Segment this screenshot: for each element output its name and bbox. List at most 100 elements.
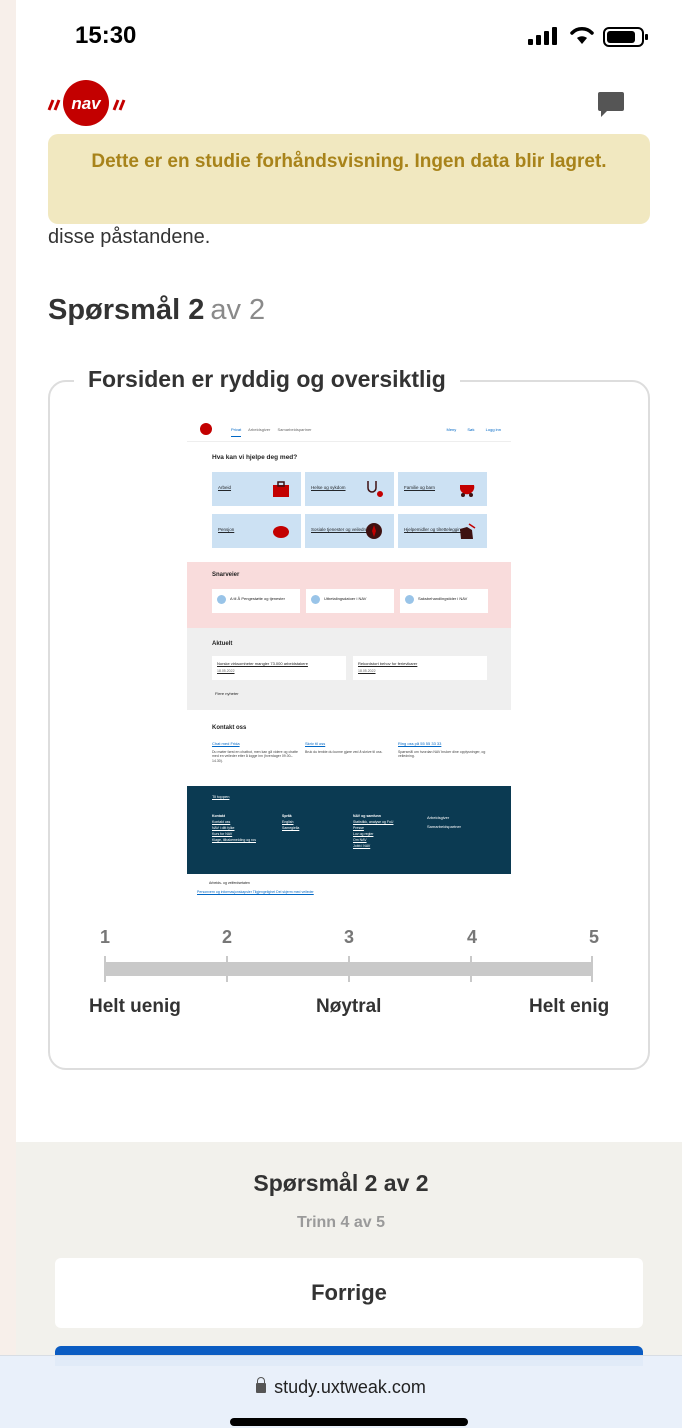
shot-news-item: Norske virksomheter mangler 73.000 arbei… bbox=[212, 656, 346, 680]
progress-question: Spørsmål 2 av 2 bbox=[253, 1170, 429, 1196]
shot-tile-label: Helse og sykdom bbox=[311, 485, 346, 490]
shot-kontakt: Kontakt oss Chat med Frida Du møter først… bbox=[187, 710, 511, 786]
shot-news-title: Norske virksomheter mangler 73.000 arbei… bbox=[217, 661, 308, 666]
shot-nav: Privat Arbeidsgiver Samarbeidspartner Me… bbox=[187, 416, 511, 442]
nav-logo: nav bbox=[47, 80, 126, 126]
shot-tab: Privat bbox=[231, 427, 242, 437]
question-of: av 2 bbox=[210, 294, 266, 326]
stroller-icon bbox=[460, 485, 475, 497]
shot-tile: Helse og sykdom bbox=[305, 472, 394, 506]
home-indicator[interactable] bbox=[230, 1418, 468, 1426]
wifi-icon bbox=[570, 27, 594, 44]
shot-contact-text: Spørsmål om hvordan NAV bruker dine oppl… bbox=[398, 749, 486, 759]
shot-link: Meny bbox=[446, 427, 457, 432]
shot-contact: Ring oss på 55 55 33 33 Spørsmål om hvord… bbox=[398, 741, 488, 759]
scale-number-5[interactable]: 5 bbox=[584, 927, 604, 948]
shot-tile-label: Arbeid bbox=[218, 485, 232, 490]
url-bar[interactable]: study.uxtweak.com bbox=[0, 1377, 682, 1398]
shot-tile-label: Sosiale tjenester og veiledning bbox=[311, 527, 373, 532]
shot-contact: Skriv til oss Bruk du tenkte du kunne gjø… bbox=[305, 741, 395, 754]
shot-tile: Hjelpemidler og tilrettelegging bbox=[398, 514, 487, 548]
shot-tile: Sosiale tjenester og veiledning bbox=[305, 514, 394, 548]
scale-tick[interactable] bbox=[591, 956, 593, 982]
shot-aktuelt: Aktuelt Norske virksomheter mangler 73.0… bbox=[187, 628, 511, 710]
shot-to-top: Til toppen bbox=[212, 794, 230, 799]
shot-tile-label: Hjelpemidler og tilrettelegging bbox=[404, 527, 464, 532]
shot-footer-col: Språk English Samegiella bbox=[282, 813, 299, 831]
scale-label-mid: Nøytral bbox=[316, 996, 382, 1017]
shot-logo bbox=[200, 423, 212, 435]
shot-contact-title: Skriv til oss bbox=[305, 741, 326, 746]
shot-bottom: Arbeids- og velferdsetaten Personvern og… bbox=[187, 874, 511, 902]
question-title: Spørsmål 2 av 2 bbox=[48, 294, 265, 327]
guide-dog-icon bbox=[460, 523, 476, 539]
battery-icon bbox=[603, 27, 648, 47]
shot-kontakt-title: Kontakt oss bbox=[212, 725, 247, 731]
nav-screenshot: Privat Arbeidsgiver Samarbeidspartner Me… bbox=[187, 416, 511, 902]
shot-bottom-links: Personvern og informasjonskapsler Tilgje… bbox=[197, 890, 314, 894]
preview-banner: Dette er en studie forhåndsvisning. Inge… bbox=[48, 134, 650, 224]
shot-news-title: Rekordstort behov for ferievikarer bbox=[358, 661, 418, 666]
scale-number-2[interactable]: 2 bbox=[217, 927, 237, 948]
scale-tick[interactable] bbox=[226, 956, 228, 982]
shot-news-item: Rekordstort behov for ferievikarer 18.05.… bbox=[353, 656, 487, 680]
shot-link: Logg inn bbox=[485, 427, 501, 432]
shot-snarveier: Snarveier A til Å Pengestøtte og tjenest… bbox=[187, 562, 511, 628]
shot-contact-title: Chat med Frida bbox=[212, 741, 240, 746]
shot-tile-label: Pensjon bbox=[218, 527, 235, 532]
scale-label-left: Helt uenig bbox=[89, 996, 181, 1017]
scale-tick[interactable] bbox=[348, 956, 350, 982]
shot-shortcut: Utbetalingsdatoer i NAV bbox=[306, 589, 394, 613]
intro-text: disse påstandene. bbox=[48, 226, 211, 248]
shot-snarveier-title: Snarveier bbox=[212, 572, 240, 578]
status-bar: 15:30 bbox=[0, 0, 682, 72]
shot-tile: Pensjon bbox=[212, 514, 301, 548]
question-label: Spørsmål 2 bbox=[48, 294, 205, 326]
shot-shortcut: Saksbehandlingstider i NAV bbox=[400, 589, 488, 613]
shot-footer-link: Jobb i NAV bbox=[353, 844, 371, 848]
scale-tick[interactable] bbox=[104, 956, 106, 982]
shot-contact-title: Ring oss på 55 55 33 33 bbox=[398, 741, 442, 746]
shot-tile: Familie og barn bbox=[398, 472, 487, 506]
shot-more-news: Flere nyheter bbox=[215, 691, 239, 696]
shot-contact: Chat med Frida Du møter først en chatbot,… bbox=[212, 741, 302, 763]
shot-tab: Samarbeidspartner bbox=[277, 427, 312, 432]
shot-news-date: 18.05.2022 bbox=[217, 669, 235, 673]
shot-footer-col: Kontakt Kontakt oss NAV i ditt fylke Kur… bbox=[212, 813, 256, 843]
briefcase-icon bbox=[273, 481, 289, 497]
shot-footer-link: Klage, tilbakemelding og ros bbox=[212, 838, 256, 842]
shot-contact-text: Bruk du tenkte du kunne gjøre ved å skri… bbox=[305, 749, 383, 754]
shot-link: Søk bbox=[467, 427, 475, 432]
shot-org: Arbeids- og velferdsetaten bbox=[209, 881, 250, 885]
stethoscope-icon bbox=[367, 481, 383, 497]
shot-footer-link: Samegiella bbox=[282, 826, 300, 830]
shot-tile-label: Familie og barn bbox=[404, 485, 436, 490]
statement-text: Forsiden er ryddig og oversiktlig bbox=[74, 364, 460, 394]
scale-label-right: Helt enig bbox=[529, 996, 610, 1017]
svg-text:nav: nav bbox=[71, 94, 102, 113]
lock-icon bbox=[256, 1377, 267, 1393]
shot-right-links: Meny Søk Logg inn bbox=[436, 427, 501, 432]
previous-button[interactable]: Forrige bbox=[55, 1258, 643, 1328]
scale-tick[interactable] bbox=[470, 956, 472, 982]
shot-tile: Arbeid bbox=[212, 472, 301, 506]
shot-footer-link: Samarbeidspartner bbox=[427, 824, 462, 829]
scale-number-3[interactable]: 3 bbox=[339, 927, 359, 948]
scale-number-4[interactable]: 4 bbox=[462, 927, 482, 948]
shot-contact-text: Du møter først en chatbot, men kan gå vi… bbox=[212, 749, 298, 763]
progress-step: Trinn 4 av 5 bbox=[296, 1214, 386, 1231]
shot-tab: Arbeidsgiver bbox=[248, 427, 271, 432]
shot-footer: Til toppen Kontakt Kontakt oss NAV i dit… bbox=[187, 786, 511, 874]
compass-icon bbox=[366, 523, 382, 539]
shot-news-date: 18.05.2022 bbox=[358, 669, 376, 673]
scale-number-1[interactable]: 1 bbox=[95, 927, 115, 948]
signal-icon bbox=[528, 27, 557, 45]
shot-footer-link: Arbeidsgiver bbox=[427, 815, 450, 820]
shot-shortcut: A til Å Pengestøtte og tjenester bbox=[212, 589, 300, 613]
status-time: 15:30 bbox=[75, 22, 137, 49]
shot-footer-col: NAV og samfunn Statistikk, analyse og Fo… bbox=[353, 813, 393, 849]
shot-heading: Hva kan vi hjelpe deg med? bbox=[212, 454, 298, 461]
piggybank-icon bbox=[273, 526, 289, 538]
chat-icon[interactable] bbox=[597, 90, 625, 118]
url-text: study.uxtweak.com bbox=[274, 1377, 426, 1397]
